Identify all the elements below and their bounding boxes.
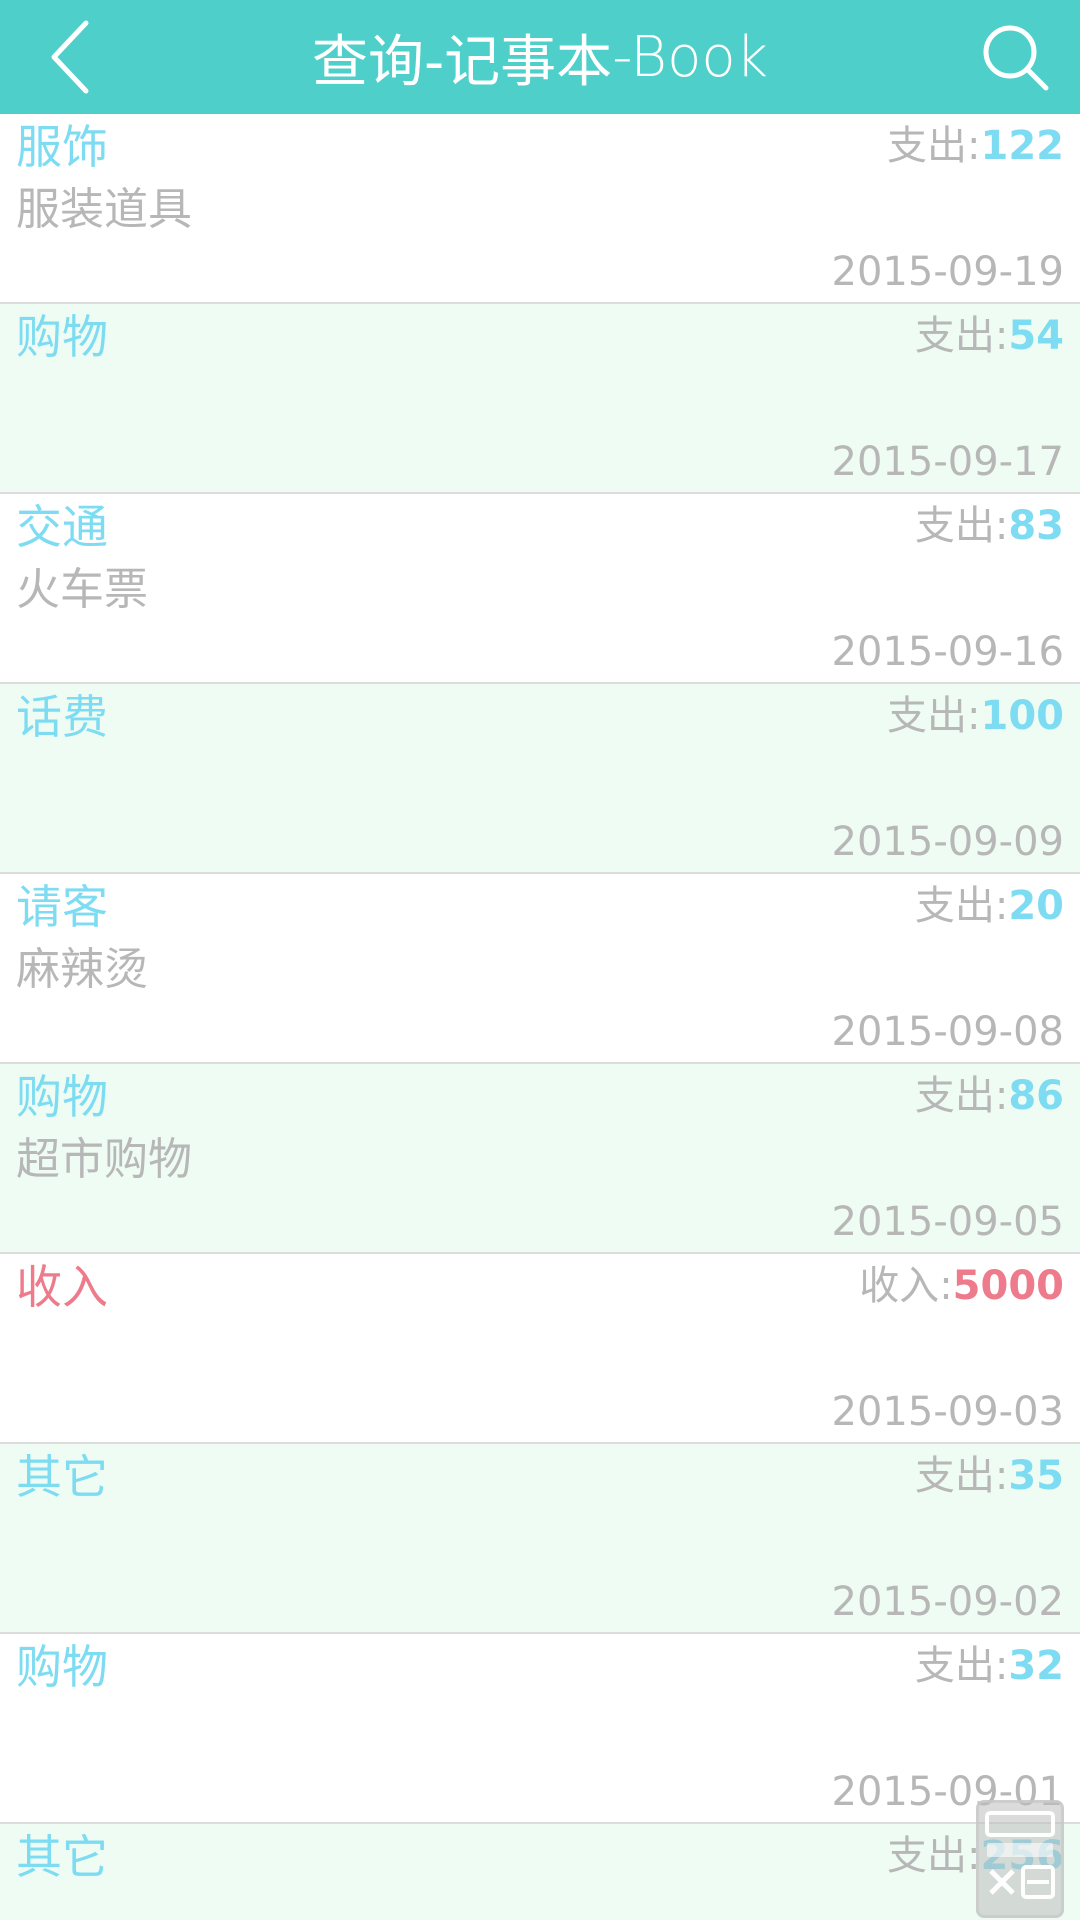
record-type-label: 支出 [914, 1073, 995, 1119]
list-item[interactable]: 购物 超市购物 支出:86 2015-09-05 [0, 1064, 1080, 1254]
record-amount: 支出:86 [914, 1073, 1064, 1119]
record-type-label: 收入 [859, 1263, 940, 1309]
record-type-label: 支出 [914, 503, 995, 549]
record-type-label: 支出 [887, 1833, 968, 1879]
record-date: 2015-09-08 [831, 1009, 1064, 1055]
record-date: 2015-09-19 [831, 249, 1064, 295]
record-note: 超市购物 [16, 1134, 192, 1185]
record-date: 2015-09-09 [831, 819, 1064, 865]
record-amount: 支出:83 [914, 503, 1064, 549]
record-date: 2015-09-02 [831, 1579, 1064, 1625]
record-type-label: 支出 [914, 1643, 995, 1689]
record-amount: 收入:5000 [859, 1263, 1064, 1309]
page-title: 查询-记事本 -Book [180, 0, 900, 114]
record-category: 购物 [16, 310, 108, 364]
record-category: 购物 [16, 1640, 108, 1694]
record-amount: 支出:20 [914, 883, 1064, 929]
record-amount-value: 54 [1008, 313, 1064, 359]
list-item[interactable]: 话费 支出:100 2015-09-09 [0, 684, 1080, 874]
record-amount-value: 32 [1008, 1643, 1064, 1689]
record-date: 2015-09-17 [831, 439, 1064, 485]
record-date: 2015-09-16 [831, 629, 1064, 675]
record-date: 2015-09-03 [831, 1389, 1064, 1435]
search-icon [983, 25, 1049, 91]
record-note: 服装道具 [16, 184, 192, 235]
list-item[interactable]: 收入 收入:5000 2015-09-03 [0, 1254, 1080, 1444]
record-amount-value: 86 [1008, 1073, 1064, 1119]
record-type-label: 支出 [914, 883, 995, 929]
record-type-label: 支出 [914, 1453, 995, 1499]
record-list[interactable]: 服饰 服装道具 支出:122 2015-09-19 购物 支出:54 2015-… [0, 114, 1080, 1920]
record-category: 交通 [16, 500, 108, 554]
record-amount: 支出:35 [914, 1453, 1064, 1499]
search-button[interactable] [970, 12, 1060, 102]
record-amount-value: 35 [1008, 1453, 1064, 1499]
record-category: 其它 [16, 1830, 108, 1884]
list-item[interactable]: 请客 麻辣烫 支出:20 2015-09-08 [0, 874, 1080, 1064]
record-amount: 支出:54 [914, 313, 1064, 359]
record-category: 购物 [16, 1070, 108, 1124]
top-bar: 查询-记事本 -Book [0, 0, 1080, 114]
record-category: 请客 [16, 880, 108, 934]
record-amount-value: 20 [1008, 883, 1064, 929]
record-category: 服饰 [16, 120, 108, 174]
record-amount-value: 83 [1008, 503, 1064, 549]
list-item[interactable]: 服饰 服装道具 支出:122 2015-09-19 [0, 114, 1080, 304]
record-type-label: 支出 [914, 313, 995, 359]
record-category: 其它 [16, 1450, 108, 1504]
record-date: 2015-09-05 [831, 1199, 1064, 1245]
page-title-cn: 查询-记事本 [311, 29, 613, 95]
record-note: 火车票 [16, 564, 148, 615]
list-item[interactable]: 购物 支出:32 2015-09-01 [0, 1634, 1080, 1824]
record-amount-value: 122 [980, 123, 1065, 169]
record-amount: 支出:122 [887, 123, 1065, 169]
chevron-left-icon [51, 20, 89, 94]
list-item[interactable]: 其它 支出:35 2015-09-02 [0, 1444, 1080, 1634]
back-button[interactable] [30, 12, 110, 102]
record-category: 话费 [16, 690, 108, 744]
calculator-icon [985, 1811, 1055, 1899]
record-note: 麻辣烫 [16, 944, 148, 995]
page-title-en: -Book [612, 24, 769, 90]
record-amount-value: 100 [980, 693, 1065, 739]
calculator-button[interactable] [976, 1800, 1064, 1918]
list-item[interactable]: 交通 火车票 支出:83 2015-09-16 [0, 494, 1080, 684]
list-item[interactable]: 购物 支出:54 2015-09-17 [0, 304, 1080, 494]
record-type-label: 支出 [887, 693, 968, 739]
record-amount: 支出:100 [887, 693, 1065, 739]
list-item[interactable]: 其它 支出:256 [0, 1824, 1080, 1920]
record-amount-value: 5000 [952, 1263, 1064, 1309]
record-type-label: 支出 [887, 123, 968, 169]
record-amount: 支出:32 [914, 1643, 1064, 1689]
record-category: 收入 [16, 1260, 108, 1314]
